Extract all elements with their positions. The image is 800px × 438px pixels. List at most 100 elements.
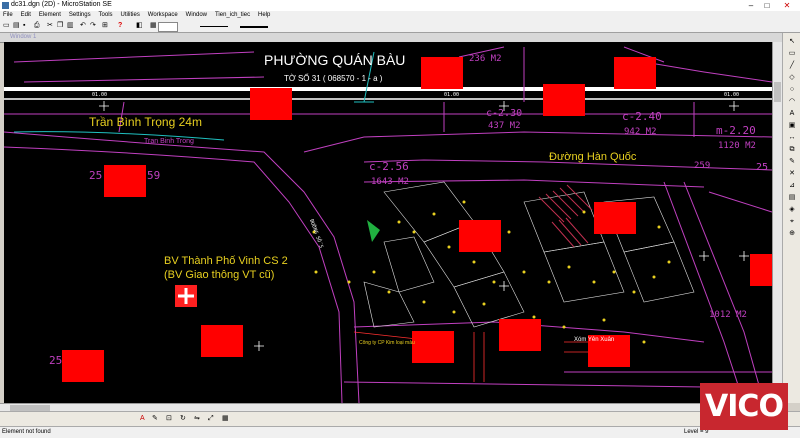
parcel-left-number-2: 25 xyxy=(49,354,62,367)
redaction-boxes xyxy=(62,57,772,382)
grid-tag-1: 01.00 xyxy=(92,92,107,98)
cut-icon[interactable]: ✂ xyxy=(47,22,53,30)
green-marker xyxy=(367,220,380,242)
parcel-label-e: 25 xyxy=(756,162,768,173)
help-icon[interactable]: ? xyxy=(118,22,122,30)
cad-drawing: PHƯỜNG QUÁN BÀU TỜ SỐ 31 ( 068570 - 1 - … xyxy=(4,46,772,403)
place-shape-icon[interactable]: ◇ xyxy=(787,73,797,82)
copy-icon[interactable]: ❐ xyxy=(57,22,63,30)
place-line-icon[interactable]: ╱ xyxy=(787,61,797,70)
menu-file[interactable]: File xyxy=(0,11,16,20)
close-button[interactable]: ✕ xyxy=(780,0,794,11)
menu-edit[interactable]: Edit xyxy=(18,11,34,20)
maximize-button[interactable]: □ xyxy=(760,0,774,11)
parcel-top-area: 236 M2 xyxy=(469,54,502,64)
paste-icon[interactable]: ▥ xyxy=(67,22,74,30)
text-tool-icon[interactable]: A xyxy=(140,415,145,423)
snap-icon[interactable]: ⌖ xyxy=(787,217,797,226)
hamlet-label: Xóm Yên Xuân xyxy=(574,337,614,343)
parcel-c-area: 1120 M2 xyxy=(718,141,756,151)
place-text-icon[interactable]: A xyxy=(787,109,797,118)
status-bar: Element not found Level = 9 xyxy=(0,426,800,438)
company-label: Công ty CP Kim loại màu xyxy=(359,340,415,346)
line-weight-sample[interactable] xyxy=(240,26,268,28)
line-style-sample[interactable] xyxy=(200,26,228,27)
parcel-boundaries xyxy=(4,46,772,403)
place-cell-icon[interactable]: ▣ xyxy=(787,121,797,130)
change-attributes-icon[interactable]: ◈ xyxy=(787,205,797,214)
parcel-a-id: c-2.30 xyxy=(486,108,522,119)
minimize-button[interactable]: – xyxy=(744,0,758,11)
snap-keypoint-icon[interactable]: ⊡ xyxy=(166,415,172,423)
level-icon[interactable]: ▦ xyxy=(150,22,157,30)
menu-tools[interactable]: Tools xyxy=(96,11,116,20)
parcel-b-id: c-2.40 xyxy=(622,110,662,123)
fence-icon[interactable]: ▭ xyxy=(787,49,797,58)
main-tool-palette: ↖ ▭ ╱ ◇ ○ ◠ A ▣ ↔ ⧉ ✎ ✕ ⊿ ▤ ◈ ⌖ ⊕ xyxy=(782,33,800,403)
measure-icon[interactable]: ⊿ xyxy=(787,181,797,190)
road-label-small: Tran Binh Trong xyxy=(144,138,194,145)
parcel-a-area: 437 M2 xyxy=(488,121,521,131)
modify-element-icon[interactable]: ✎ xyxy=(787,157,797,166)
grid-crosses xyxy=(99,101,749,351)
app-icon xyxy=(2,2,9,9)
grid-icon[interactable]: ⊞ xyxy=(102,22,108,30)
grid-tag-2: 01.00 xyxy=(444,92,459,98)
menu-settings[interactable]: Settings xyxy=(66,11,94,20)
edit-text-icon[interactable]: ✎ xyxy=(152,415,158,423)
copy-element-icon[interactable]: ⧉ xyxy=(787,145,797,154)
menu-utilities[interactable]: Utilities xyxy=(118,11,143,20)
view-control-icon[interactable]: ⊕ xyxy=(787,229,797,238)
parcel-b-area: 942 M2 xyxy=(624,127,657,137)
parcel-label-d: 259 xyxy=(694,161,710,171)
delete-element-icon[interactable]: ✕ xyxy=(787,169,797,178)
vertical-scroll-thumb[interactable] xyxy=(774,82,781,102)
menu-workspace[interactable]: Workspace xyxy=(145,11,181,20)
rotate-icon[interactable]: ↻ xyxy=(180,415,186,423)
sheet-number: TỜ SỐ 31 ( 068570 - 1 - a ) xyxy=(284,73,383,83)
hospital-label-line1: BV Thành Phố Vinh CS 2 xyxy=(164,255,288,267)
place-circle-icon[interactable]: ○ xyxy=(787,85,797,94)
parcel-left-number: 25 xyxy=(89,169,102,182)
mirror-icon[interactable]: ⇋ xyxy=(194,415,200,423)
status-message: Element not found xyxy=(2,429,51,435)
menu-help[interactable]: Help xyxy=(255,11,273,20)
menu-window[interactable]: Window xyxy=(183,11,210,20)
array-icon[interactable]: ▦ xyxy=(222,415,229,423)
parcel-c-id: m-2.20 xyxy=(716,124,756,137)
window-title: dc31.dgn (2D) - MicroStation SE xyxy=(11,1,112,8)
parcel-left-suffix: 59 xyxy=(147,169,160,182)
menu-tien-ich[interactable]: Tien_ich_tiec xyxy=(212,11,253,20)
vicoo-watermark-logo: VICO xyxy=(700,383,788,430)
scale-icon[interactable]: ⤢ xyxy=(208,415,214,423)
menu-bar: File Edit Element Settings Tools Utiliti… xyxy=(0,11,800,20)
road-label-han-quoc: Đường Hàn Quốc xyxy=(549,151,637,163)
parcel-d-area: 1643 M2 xyxy=(371,177,409,187)
urban-block-lines xyxy=(363,181,695,328)
redo-icon[interactable]: ↷ xyxy=(90,22,96,30)
undo-icon[interactable]: ↶ xyxy=(80,22,86,30)
hospital-label-line2: (BV Giao thông VT cũ) xyxy=(164,269,274,281)
color-select[interactable] xyxy=(158,22,178,32)
menu-element[interactable]: Element xyxy=(36,11,64,20)
road-label-tran-binh-trong: Trần Bình Trọng 24m xyxy=(89,115,202,129)
parcel-e-area: 1012 M2 xyxy=(709,310,747,320)
hatch-lines xyxy=(538,184,593,248)
group-icon[interactable]: ▤ xyxy=(787,193,797,202)
vertical-scrollbar[interactable] xyxy=(772,42,782,403)
main-toolbar: ▭ ▤ ▪ ⎙ ✂ ❐ ▥ ↶ ↷ ⊞ ? ◧ ▦ xyxy=(0,20,800,33)
new-file-icon[interactable]: ▭ xyxy=(3,22,10,30)
open-file-icon[interactable]: ▤ xyxy=(13,22,20,30)
active-color-icon[interactable]: ◧ xyxy=(136,22,143,30)
print-icon[interactable]: ⎙ xyxy=(34,22,40,30)
element-selection-icon[interactable]: ↖ xyxy=(787,37,797,46)
secondary-toolbar: A ✎ ⊡ ↻ ⇋ ⤢ ▦ xyxy=(0,411,800,427)
ward-title: PHƯỜNG QUÁN BÀU xyxy=(264,52,405,68)
save-icon[interactable]: ▪ xyxy=(23,22,25,30)
grid-tag-3: 01.00 xyxy=(724,92,739,98)
view-title: Window 1 xyxy=(10,34,37,40)
view-window: Window 1 PHƯỜNG QUÁN BÀU TỜ SỐ 31 (0685… xyxy=(0,33,782,403)
place-arc-icon[interactable]: ◠ xyxy=(787,97,797,106)
dimension-icon[interactable]: ↔ xyxy=(787,133,797,142)
drawing-canvas[interactable]: PHƯỜNG QUÁN BÀU TỜ SỐ 31 ( 068570 - 1 - … xyxy=(4,42,772,403)
